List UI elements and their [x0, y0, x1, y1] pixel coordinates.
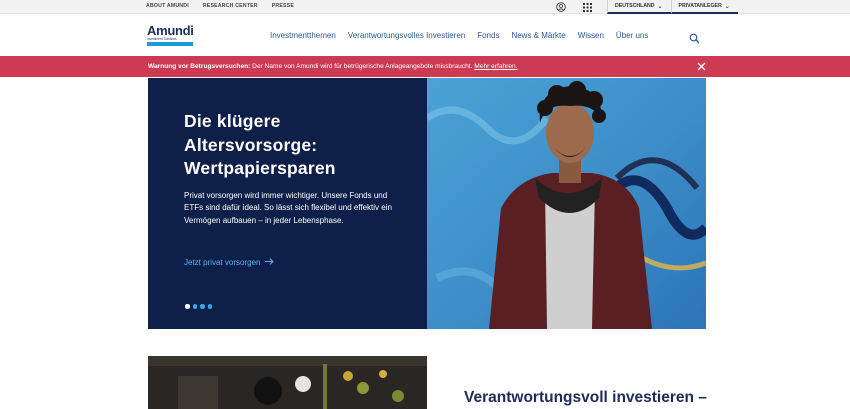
chevron-down-icon: ⌄ — [724, 3, 730, 10]
nav-news-maerkte[interactable]: News & Märkte — [511, 31, 565, 40]
country-select[interactable]: DEUTSCHLAND ⌄ — [607, 0, 671, 14]
search-icon[interactable] — [689, 31, 700, 44]
hero-cta-link[interactable]: Jetzt privat vorsorgen — [184, 258, 275, 267]
hero-carousel: Die klügere Altersvorsorge: Wertpapiersp… — [148, 78, 706, 329]
chevron-down-icon: ⌄ — [657, 3, 663, 10]
carousel-dot-3[interactable] — [200, 304, 205, 309]
audience-select[interactable]: PRIVATANLEGER ⌄ — [670, 0, 738, 14]
country-select-label: DEUTSCHLAND — [615, 3, 655, 9]
hero-image — [427, 78, 706, 329]
nav-ueber-uns[interactable]: Über uns — [616, 31, 648, 40]
fraud-warning-banner: Warnung vor Betrugsversuchen: Der Name v… — [0, 56, 850, 77]
nav-verantwortungsvolles-investieren[interactable]: Verantwortungsvolles Investieren — [348, 31, 465, 40]
nav-investmentthemen[interactable]: Investmentthemen — [270, 31, 336, 40]
hero-cta-label: Jetzt privat vorsorgen — [184, 258, 261, 267]
account-icon[interactable] — [555, 1, 567, 13]
hero-title-line: Die klügere — [184, 111, 281, 131]
carousel-dots — [185, 304, 212, 309]
main-nav: Investmentthemen Verantwortungsvolles In… — [270, 31, 648, 40]
arrow-right-icon — [265, 258, 275, 267]
audience-select-label: PRIVATANLEGER — [678, 3, 722, 9]
apps-grid-icon[interactable] — [581, 1, 593, 13]
sustainability-image — [148, 356, 427, 409]
nav-fonds[interactable]: Fonds — [477, 31, 499, 40]
nav-wissen[interactable]: Wissen — [578, 31, 604, 40]
fraud-warning-message: Warnung vor Betrugsversuchen: Der Name v… — [148, 63, 518, 70]
main-header: Amundi Investment Solutions Investmentth… — [0, 14, 850, 56]
hero-title: Die klügere Altersvorsorge: Wertpapiersp… — [184, 110, 404, 181]
logo-bar — [147, 42, 193, 46]
about-amundi-link[interactable]: ABOUT AMUNDI — [146, 3, 189, 9]
amundi-logo[interactable]: Amundi Investment Solutions — [147, 23, 194, 47]
utility-bar: ABOUT AMUNDI RESEARCH CENTER PRESSE DEUT… — [0, 0, 850, 14]
mehr-erfahren-link[interactable]: Mehr erfahren. — [474, 63, 517, 70]
hero-title-line: Altersvorsorge: — [184, 134, 318, 155]
hero-description: Privat vorsorgen wird immer wichtiger. U… — [184, 191, 392, 225]
fraud-warning-text: Der Name von Amundi wird für betrügerisc… — [250, 63, 475, 70]
research-center-link[interactable]: RESEARCH CENTER — [203, 3, 258, 9]
fraud-warning-label: Warnung vor Betrugsversuchen: — [148, 63, 251, 70]
section-title: Verantwortungsvoll investieren – — [464, 389, 707, 406]
presse-link[interactable]: PRESSE — [272, 3, 294, 9]
utility-links: ABOUT AMUNDI RESEARCH CENTER PRESSE — [146, 3, 294, 9]
utility-right: DEUTSCHLAND ⌄ PRIVATANLEGER ⌄ — [555, 0, 738, 14]
logo-word: Amundi — [147, 23, 194, 38]
close-icon[interactable] — [696, 61, 707, 72]
carousel-dot-4[interactable] — [207, 304, 212, 309]
hero-text-panel: Die klügere Altersvorsorge: Wertpapiersp… — [148, 78, 427, 329]
carousel-dot-1[interactable] — [185, 304, 190, 309]
carousel-dot-2[interactable] — [192, 304, 197, 309]
hero-title-line: Wertpapiersparen — [184, 158, 336, 178]
